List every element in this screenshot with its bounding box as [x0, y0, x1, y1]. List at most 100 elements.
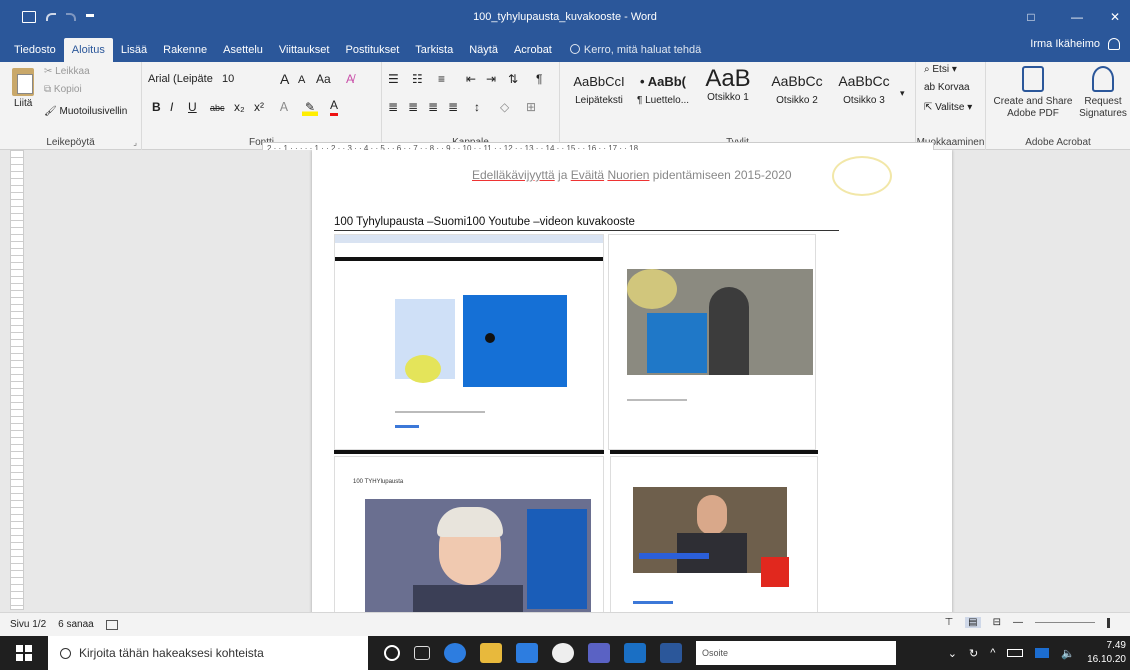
zoom-thumb-icon[interactable] — [1107, 617, 1110, 628]
multilevel-list-icon[interactable]: ≡ — [438, 70, 445, 88]
decrease-indent-icon[interactable]: ⇤ — [466, 70, 476, 88]
style-luettelo[interactable]: • AaBb( ¶ Luettelo... — [632, 68, 694, 108]
zoom-slider[interactable] — [1035, 622, 1095, 623]
paste-icon[interactable] — [12, 68, 34, 96]
tab-acrobat[interactable]: Acrobat — [506, 38, 560, 62]
justify-icon[interactable]: ≣ — [448, 98, 458, 116]
align-right-icon[interactable]: ≣ — [428, 98, 438, 116]
tab-tiedosto[interactable]: Tiedosto — [6, 38, 64, 62]
tab-aloitus[interactable]: Aloitus — [63, 38, 113, 62]
strikethrough-button[interactable]: abc — [210, 99, 225, 117]
increase-indent-icon[interactable]: ⇥ — [486, 70, 496, 88]
document-area[interactable]: Edelläkävijyyttä ja Eväitä Nuorien piden… — [30, 150, 1130, 612]
tab-viittaukset[interactable]: Viittaukset — [271, 38, 338, 62]
tab-lisaa[interactable]: Lisää — [113, 38, 155, 62]
document-page[interactable]: Edelläkävijyyttä ja Eväitä Nuorien piden… — [312, 150, 952, 612]
tab-tarkista[interactable]: Tarkista — [407, 38, 461, 62]
subscript-button[interactable]: x₂ — [234, 98, 245, 116]
address-toolbar[interactable]: Osoite — [696, 641, 896, 665]
line-spacing-icon[interactable]: ↕ — [474, 98, 480, 116]
word-count[interactable]: 6 sanaa — [58, 619, 94, 630]
font-color-button[interactable]: A — [330, 98, 339, 116]
select-button[interactable]: ⇱ Valitse ▾ — [924, 102, 972, 113]
redo-icon[interactable] — [66, 13, 76, 21]
volume-icon[interactable]: 🔈 — [1061, 647, 1075, 660]
styles-more-icon[interactable]: ▾ — [900, 84, 905, 102]
battery-icon[interactable] — [1007, 649, 1024, 657]
sort-icon[interactable]: ⇅ — [508, 70, 518, 88]
proofing-icon[interactable] — [105, 619, 118, 630]
screenshot-thumbnail-3[interactable]: 100 TYHYlupausta — [334, 456, 604, 612]
ribbon-display-icon[interactable]: □ — [1008, 10, 1054, 24]
copy-button[interactable]: ⧉ Kopioi — [44, 84, 82, 95]
text-effects-icon[interactable]: Ａ — [278, 98, 290, 116]
zoom-out-icon[interactable]: — — [1013, 617, 1023, 628]
tab-nayta[interactable]: Näytä — [461, 38, 506, 62]
grow-font-button[interactable]: A — [280, 70, 289, 88]
underline-button[interactable]: U — [188, 98, 197, 116]
highlight-icon[interactable]: ✎ — [302, 98, 318, 116]
style-leipateksti[interactable]: AaBbCcI Leipäteksti — [566, 68, 632, 108]
teams-icon[interactable] — [588, 643, 610, 663]
tab-postitukset[interactable]: Postitukset — [337, 38, 407, 62]
word-icon[interactable] — [660, 643, 682, 663]
file-explorer-icon[interactable] — [480, 643, 502, 663]
user-account[interactable]: Irma Ikäheimo — [1030, 38, 1120, 50]
chrome-icon[interactable] — [552, 643, 574, 663]
bullets-icon[interactable]: ☰ — [388, 70, 399, 88]
screenshot-thumbnail-4[interactable] — [610, 456, 818, 612]
pilcrow-icon[interactable]: ¶ — [536, 70, 542, 88]
align-left-icon[interactable]: ≣ — [388, 98, 398, 116]
undo-icon[interactable] — [46, 13, 56, 21]
page-count[interactable]: Sivu 1/2 — [10, 619, 46, 630]
clear-formatting-icon[interactable]: A̸ — [346, 70, 354, 88]
close-button[interactable]: ✕ — [1100, 10, 1130, 24]
acrobat-group-label: Adobe Acrobat — [1025, 137, 1091, 148]
edge-icon[interactable] — [444, 643, 466, 663]
shading-icon[interactable]: ◇ — [500, 98, 509, 116]
find-button[interactable]: ⌕ Etsi ▾ — [924, 64, 957, 75]
sync-icon[interactable]: ↻ — [969, 647, 978, 660]
paste-button[interactable]: Liitä — [14, 98, 32, 109]
borders-icon[interactable]: ⊞ — [526, 98, 536, 116]
style-otsikko-1[interactable]: AaB Otsikko 1 — [696, 67, 760, 108]
save-icon[interactable] — [22, 11, 36, 23]
network-icon[interactable] — [1035, 648, 1050, 658]
clipboard-launcher-icon[interactable]: ⌟ — [133, 138, 137, 147]
tell-me-search[interactable]: Kerro, mitä haluat tehdä — [560, 38, 701, 62]
request-signatures-button[interactable]: Request Signatures — [1076, 66, 1130, 120]
chevron-up-icon[interactable]: ^ — [990, 647, 995, 659]
font-size-dropdown[interactable]: 10 — [222, 70, 262, 88]
print-layout-icon[interactable]: ▤ — [965, 617, 981, 628]
format-painter-button[interactable]: 🖌 Muotoilusivellin — [44, 106, 127, 117]
style-otsikko-3[interactable]: AaBbCc Otsikko 3 — [832, 68, 896, 108]
tab-asettelu[interactable]: Asettelu — [215, 38, 271, 62]
italic-button[interactable]: I — [170, 98, 173, 116]
style-otsikko-2[interactable]: AaBbCc Otsikko 2 — [764, 68, 830, 108]
customize-qat-icon[interactable] — [86, 14, 94, 20]
chevron-down-icon[interactable]: ⌄ — [948, 647, 957, 660]
web-layout-icon[interactable]: ⊟ — [993, 617, 1001, 628]
cut-button[interactable]: ✂ Leikkaa — [44, 66, 90, 77]
screenshot-thumbnail-2[interactable] — [608, 234, 816, 450]
create-share-pdf-button[interactable]: Create and Share Adobe PDF — [990, 66, 1076, 120]
start-button[interactable] — [0, 636, 48, 670]
screenshot-thumbnail-1[interactable] — [334, 234, 604, 450]
replace-button[interactable]: ab Korvaa — [924, 82, 970, 93]
taskbar-search[interactable]: Kirjoita tähän hakeaksesi kohteista — [48, 636, 368, 670]
clock[interactable]: 7.49 16.10.20 — [1087, 639, 1126, 667]
vertical-ruler[interactable] — [10, 150, 24, 610]
shrink-font-button[interactable]: A — [298, 71, 305, 89]
change-case-button[interactable]: Aa — [316, 70, 331, 88]
superscript-button[interactable]: x² — [254, 98, 264, 116]
mail-icon[interactable] — [516, 643, 538, 663]
minimize-button[interactable]: — — [1054, 10, 1100, 24]
numbering-icon[interactable]: ☷ — [412, 70, 423, 88]
cortana-icon[interactable] — [384, 645, 400, 661]
outlook-icon[interactable] — [624, 643, 646, 663]
read-mode-icon[interactable]: ⊤ — [944, 617, 953, 628]
align-center-icon[interactable]: ≣ — [408, 98, 418, 116]
bold-button[interactable]: B — [152, 98, 161, 116]
tab-rakenne[interactable]: Rakenne — [155, 38, 215, 62]
task-view-icon[interactable] — [414, 646, 430, 660]
